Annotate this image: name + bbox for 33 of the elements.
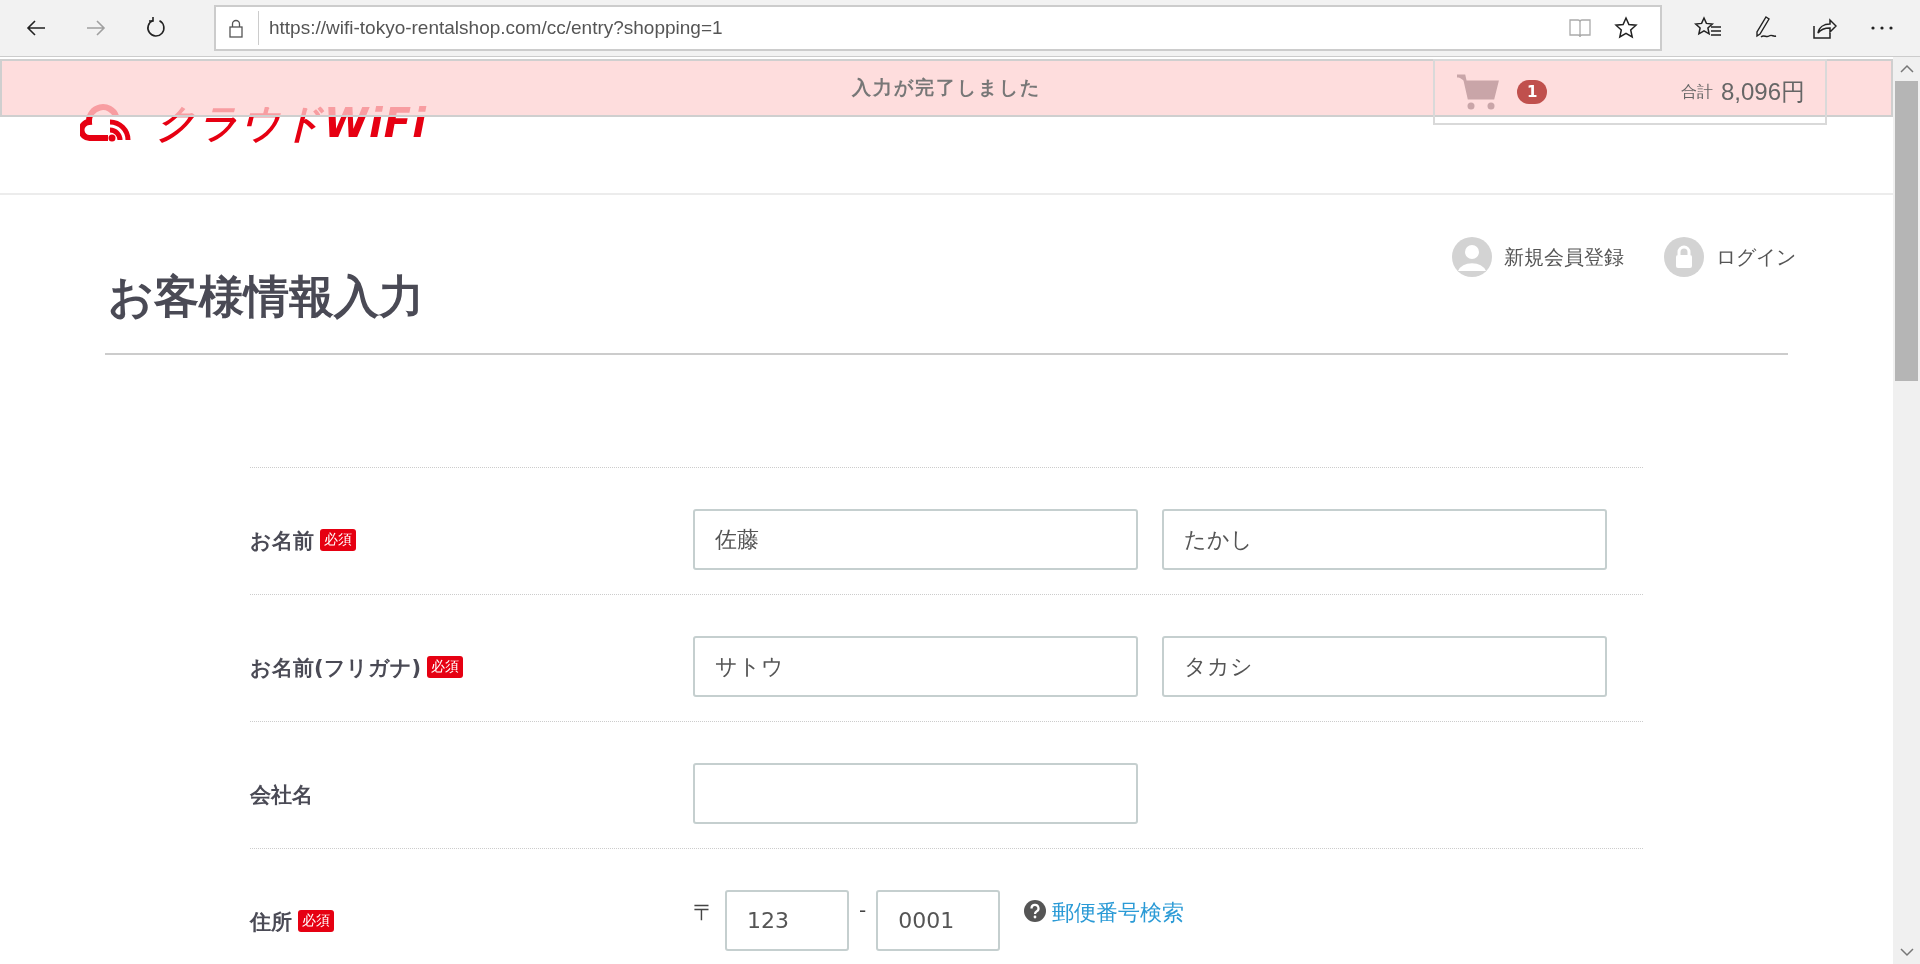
field-label: 住所 [250,909,292,936]
page-title: お客様情報入力 [108,269,424,325]
field-label: お名前(フリガナ) [250,655,422,682]
cart-summary[interactable]: 1 合計 8,096円 [1433,59,1827,125]
login-link[interactable]: ログイン [1664,237,1796,277]
required-badge: 必須 [427,656,464,678]
input-field[interactable]: 0001 [876,890,1001,951]
dash-separator: - [859,898,867,922]
postal-mark: 〒 [693,899,715,927]
register-link[interactable]: 新規会員登録 [1452,237,1624,277]
required-badge: 必須 [320,529,356,551]
scrollbar-thumb[interactable] [1895,81,1918,381]
input-field[interactable]: たかし [1162,509,1607,570]
cart-total: 8,096円 [1720,77,1805,107]
star-icon[interactable] [1614,16,1638,40]
refresh-icon [144,16,168,40]
input-field[interactable]: サトウ [693,636,1138,697]
address-bar[interactable]: https://wifi-tokyo-rentalshop.com/cc/entry?shopping=1 [214,5,1662,51]
user-icon [1452,237,1492,277]
input-field[interactable]: 佐藤 [693,509,1138,570]
book-icon[interactable] [1568,17,1592,39]
field-label: お名前 [250,528,314,555]
more-icon [1870,25,1894,31]
input-field[interactable]: 123 [725,890,849,951]
share-icon [1811,16,1837,40]
total-label: 合計 [1680,81,1713,103]
scrollbar[interactable] [1893,57,1920,964]
help-icon [1024,900,1047,922]
required-badge: 必須 [298,910,334,932]
input-field[interactable]: タカシ [1162,636,1607,697]
cart-icon [1455,72,1499,112]
field-label: 会社名 [250,782,313,809]
lock-icon [1664,237,1704,277]
